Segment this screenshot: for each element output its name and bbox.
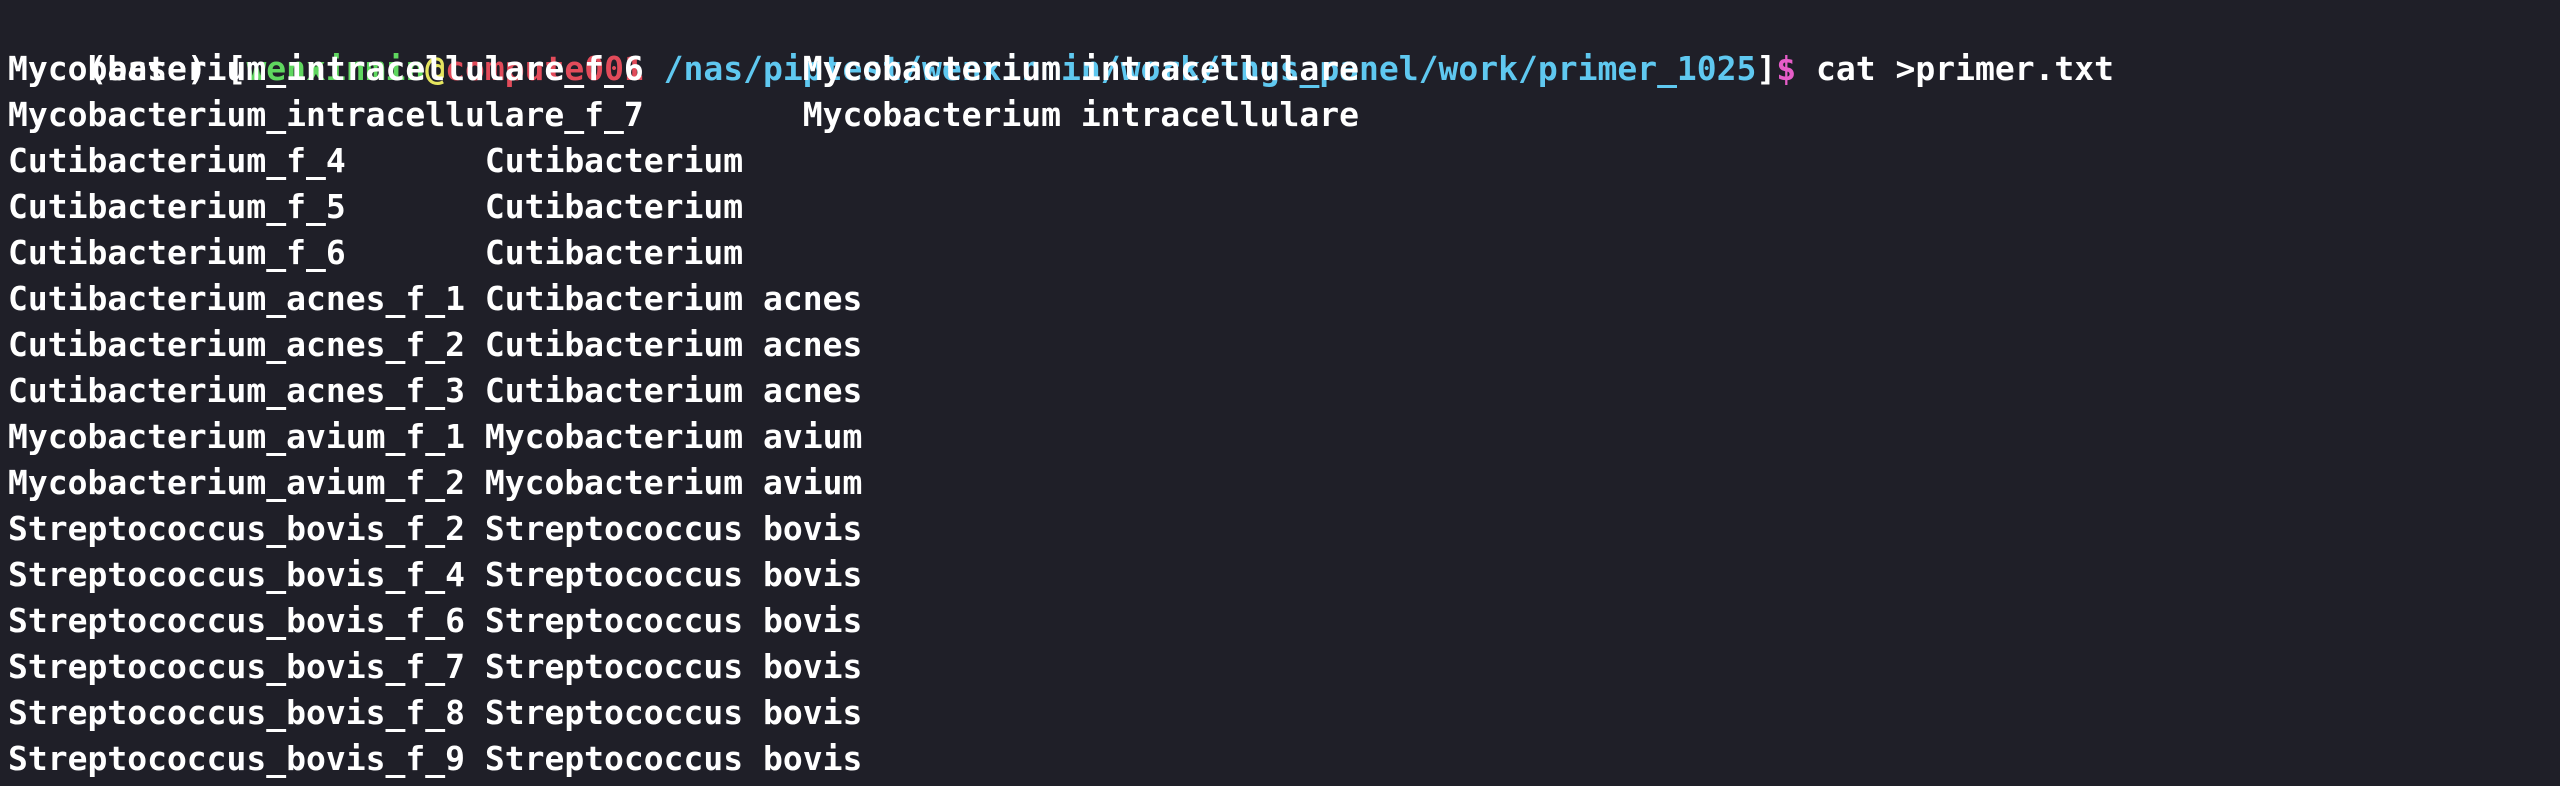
- column-gap: [346, 233, 485, 272]
- species-name: Streptococcus bovis: [484, 509, 863, 548]
- species-name: Mycobacterium avium: [484, 463, 863, 502]
- column-gap: [465, 601, 485, 640]
- output-line: Streptococcus_bovis_f_6 Streptococcus bo…: [8, 598, 2560, 644]
- primer-id: Mycobacterium_avium_f_2: [8, 463, 465, 502]
- output-line: Mycobacterium_avium_f_1 Mycobacterium av…: [8, 414, 2560, 460]
- species-name: Streptococcus bovis: [484, 647, 863, 686]
- terminal-window[interactable]: (base) [wenxinmin@compute001 /nas/piptes…: [0, 0, 2560, 786]
- species-name: Cutibacterium: [484, 141, 744, 180]
- prompt-dollar-sign: $: [1776, 49, 1797, 88]
- output-line: Streptococcus_bovis_f_8 Streptococcus bo…: [8, 690, 2560, 736]
- species-name: Cutibacterium acnes: [484, 279, 863, 318]
- column-gap: [465, 371, 485, 410]
- command-output: Mycobacterium_intracellulare_f_6 Mycobac…: [8, 46, 2560, 782]
- column-gap: [465, 693, 485, 732]
- primer-id: Streptococcus_bovis_f_2: [8, 509, 465, 548]
- species-name: Streptococcus bovis: [484, 555, 863, 594]
- output-line: Mycobacterium_avium_f_2 Mycobacterium av…: [8, 460, 2560, 506]
- primer-id: Mycobacterium_intracellulare_f_6: [8, 49, 644, 88]
- primer-id: Cutibacterium_acnes_f_1: [8, 279, 465, 318]
- primer-id: Mycobacterium_intracellulare_f_7: [8, 95, 644, 134]
- species-name: Cutibacterium acnes: [484, 371, 863, 410]
- column-gap: [346, 141, 485, 180]
- output-line: Cutibacterium_acnes_f_2 Cutibacterium ac…: [8, 322, 2560, 368]
- column-gap: [346, 187, 485, 226]
- output-line: Cutibacterium_acnes_f_3 Cutibacterium ac…: [8, 368, 2560, 414]
- output-line: Mycobacterium_intracellulare_f_6 Mycobac…: [8, 46, 2560, 92]
- column-gap: [465, 647, 485, 686]
- primer-id: Streptococcus_bovis_f_6: [8, 601, 465, 640]
- column-gap: [465, 279, 485, 318]
- primer-id: Streptococcus_bovis_f_4: [8, 555, 465, 594]
- primer-id: Streptococcus_bovis_f_7: [8, 647, 465, 686]
- output-line: Streptococcus_bovis_f_7 Streptococcus bo…: [8, 644, 2560, 690]
- column-gap: [644, 95, 803, 134]
- species-name: Cutibacterium acnes: [484, 325, 863, 364]
- output-line: Cutibacterium_acnes_f_1 Cutibacterium ac…: [8, 276, 2560, 322]
- output-line: Streptococcus_bovis_f_9 Streptococcus bo…: [8, 736, 2560, 782]
- typed-command[interactable]: cat >primer.txt: [1796, 49, 2114, 88]
- output-line: Streptococcus_bovis_f_2 Streptococcus bo…: [8, 506, 2560, 552]
- output-line: Cutibacterium_f_6 Cutibacterium: [8, 230, 2560, 276]
- species-name: Cutibacterium: [484, 233, 744, 272]
- species-name: Streptococcus bovis: [484, 739, 863, 778]
- primer-id: Streptococcus_bovis_f_9: [8, 739, 465, 778]
- prompt-line: (base) [wenxinmin@compute001 /nas/piptes…: [8, 0, 2560, 88]
- output-line: Cutibacterium_f_4 Cutibacterium: [8, 138, 2560, 184]
- species-name: Mycobacterium intracellulare: [802, 95, 1360, 134]
- species-name: Mycobacterium avium: [484, 417, 863, 456]
- primer-id: Cutibacterium_f_5: [8, 187, 346, 226]
- species-name: Streptococcus bovis: [484, 601, 863, 640]
- primer-id: Cutibacterium_acnes_f_3: [8, 371, 465, 410]
- column-gap: [465, 463, 485, 502]
- species-name: Streptococcus bovis: [484, 693, 863, 732]
- column-gap: [465, 739, 485, 778]
- column-gap: [465, 417, 485, 456]
- output-line: Cutibacterium_f_5 Cutibacterium: [8, 184, 2560, 230]
- column-gap: [465, 325, 485, 364]
- column-gap: [644, 49, 803, 88]
- column-gap: [465, 555, 485, 594]
- output-line: Mycobacterium_intracellulare_f_7 Mycobac…: [8, 92, 2560, 138]
- prompt-bracket-close: ]: [1756, 49, 1777, 88]
- primer-id: Cutibacterium_acnes_f_2: [8, 325, 465, 364]
- primer-id: Mycobacterium_avium_f_1: [8, 417, 465, 456]
- primer-id: Streptococcus_bovis_f_8: [8, 693, 465, 732]
- primer-id: Cutibacterium_f_6: [8, 233, 346, 272]
- species-name: Cutibacterium: [484, 187, 744, 226]
- column-gap: [465, 509, 485, 548]
- output-line: Streptococcus_bovis_f_4 Streptococcus bo…: [8, 552, 2560, 598]
- species-name: Mycobacterium intracellulare: [802, 49, 1360, 88]
- primer-id: Cutibacterium_f_4: [8, 141, 346, 180]
